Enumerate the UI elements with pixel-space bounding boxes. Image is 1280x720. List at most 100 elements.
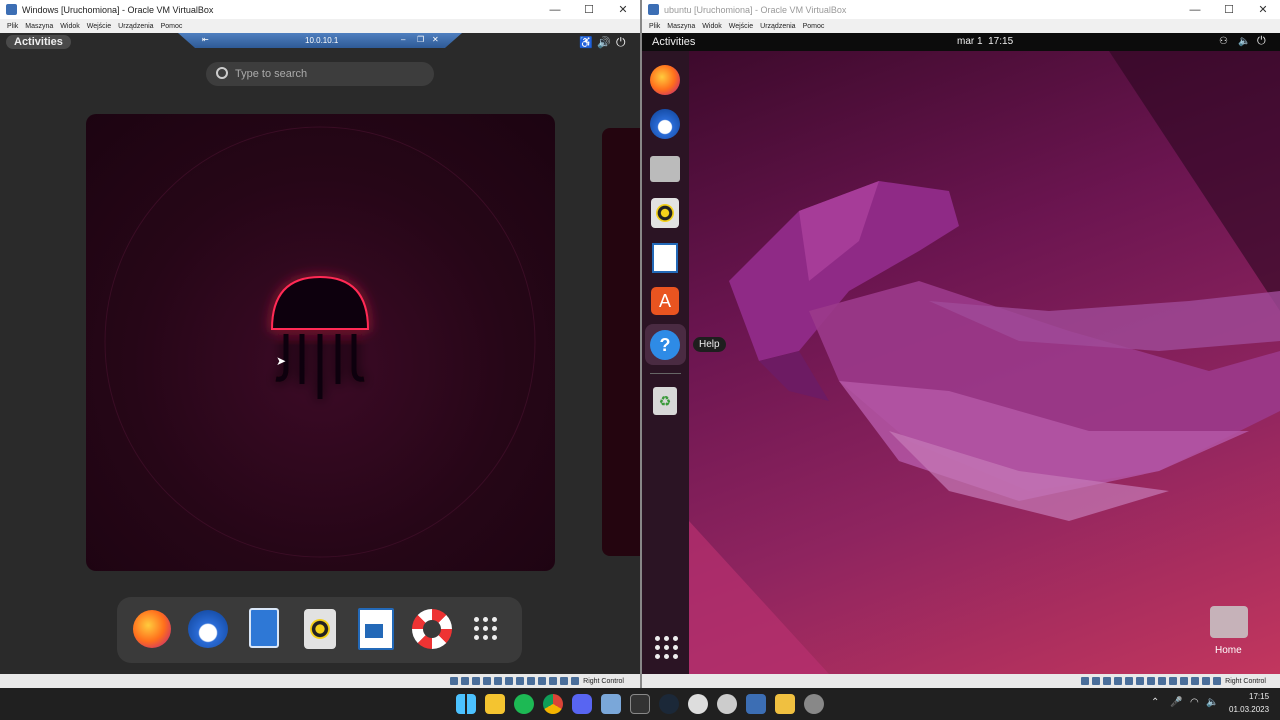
right-title-bar[interactable]: ubuntu [Uruchomiona] - Oracle VM Virtual… bbox=[642, 0, 1280, 19]
status-icons[interactable] bbox=[1081, 677, 1222, 685]
photos-icon[interactable] bbox=[601, 694, 621, 714]
show-apps-icon[interactable] bbox=[474, 617, 497, 640]
network-icon[interactable]: ⚇ bbox=[1219, 36, 1228, 47]
volume-icon[interactable]: 🔊 bbox=[597, 36, 611, 49]
firefox-icon[interactable] bbox=[650, 65, 680, 95]
search-placeholder: Type to search bbox=[235, 68, 308, 80]
help-icon[interactable] bbox=[412, 609, 452, 649]
left-title-bar[interactable]: Windows [Uruchomiona] - Oracle VM Virtua… bbox=[0, 0, 640, 19]
home-folder-icon[interactable] bbox=[1210, 606, 1248, 638]
virtualbox-icon[interactable] bbox=[746, 694, 766, 714]
remote-restore-icon[interactable]: ❐ bbox=[417, 35, 424, 44]
status-icons[interactable] bbox=[450, 677, 580, 685]
close-icon[interactable]: ✕ bbox=[606, 3, 640, 16]
volume-icon[interactable]: 🔈 bbox=[1238, 36, 1250, 47]
menu-pomoc[interactable]: Pomoc bbox=[803, 23, 825, 30]
writer-icon[interactable] bbox=[358, 608, 394, 650]
right-gnome-top-bar: Activities mar 1 17:15 ⚇ 🔈 ⏻ bbox=[642, 33, 1280, 51]
files-icon[interactable] bbox=[249, 608, 279, 648]
power-icon[interactable]: ⏻ bbox=[616, 35, 626, 50]
menu-widok[interactable]: Widok bbox=[60, 23, 79, 30]
menu-wejscie[interactable]: Wejście bbox=[729, 23, 753, 30]
overview-search-field[interactable]: Type to search bbox=[206, 62, 434, 86]
jellyfish-wallpaper bbox=[689, 51, 1280, 674]
right-window-title: ubuntu [Uruchomiona] - Oracle VM Virtual… bbox=[664, 4, 847, 15]
accessibility-icon[interactable]: ♿ bbox=[579, 36, 593, 49]
wifi-icon[interactable]: ◠ bbox=[1190, 697, 1199, 708]
virtualbox-icon bbox=[648, 4, 659, 15]
software-icon[interactable]: A bbox=[651, 287, 679, 315]
remote-connection-bar: ⇤ 10.0.10.1 – ❐ ✕ bbox=[178, 33, 462, 48]
tw-icon[interactable] bbox=[717, 694, 737, 714]
terminal-icon[interactable] bbox=[630, 694, 650, 714]
minimize-icon[interactable]: — bbox=[1178, 4, 1212, 16]
discord-icon[interactable] bbox=[572, 694, 592, 714]
windows-start-icon[interactable] bbox=[456, 694, 476, 714]
menu-maszyna[interactable]: Maszyna bbox=[667, 23, 695, 30]
pin-icon[interactable]: ⇤ bbox=[202, 35, 209, 44]
notes-icon[interactable] bbox=[775, 694, 795, 714]
show-apps-icon[interactable] bbox=[655, 636, 678, 659]
help-icon[interactable]: ? bbox=[650, 330, 680, 360]
clock[interactable]: mar 1 17:15 bbox=[957, 36, 1013, 47]
ubuntu-wallpaper: Home bbox=[689, 51, 1280, 674]
speaker-icon[interactable]: 🔈 bbox=[1206, 697, 1218, 708]
firefox-icon[interactable] bbox=[133, 610, 171, 648]
right-status-bar: Right Control bbox=[642, 674, 1280, 688]
activities-button[interactable]: Activities bbox=[652, 36, 695, 48]
trash-icon[interactable]: ♻ bbox=[653, 387, 677, 415]
chrome-icon[interactable] bbox=[543, 694, 563, 714]
taskbar-date[interactable]: 01.03.2023 bbox=[1229, 705, 1269, 714]
virtualbox-icon bbox=[6, 4, 17, 15]
maximize-icon[interactable]: ☐ bbox=[572, 3, 606, 16]
mouse-cursor-icon: ➤ bbox=[276, 354, 287, 368]
microphone-icon[interactable]: 🎤 bbox=[1170, 697, 1182, 708]
home-label[interactable]: Home bbox=[1215, 645, 1242, 656]
workspace-thumbnail[interactable]: ➤ bbox=[86, 114, 555, 571]
files-icon[interactable] bbox=[650, 156, 680, 182]
windows-taskbar: ⌃ 🎤 ◠ 🔈 17:15 01.03.2023 bbox=[0, 688, 1280, 720]
taskbar-time[interactable]: 17:15 bbox=[1249, 692, 1269, 701]
remote-minimize-icon[interactable]: – bbox=[401, 35, 405, 44]
next-workspace-thumbnail[interactable] bbox=[602, 128, 640, 556]
right-menu-bar: Plik Maszyna Widok Wejście Urządzenia Po… bbox=[642, 19, 1280, 33]
remote-close-icon[interactable]: ✕ bbox=[432, 35, 439, 44]
menu-urzadzenia[interactable]: Urządzenia bbox=[760, 23, 795, 30]
rhythmbox-icon[interactable] bbox=[651, 198, 679, 228]
tray-chevron-icon[interactable]: ⌃ bbox=[1151, 697, 1159, 708]
menu-widok[interactable]: Widok bbox=[702, 23, 721, 30]
host-key-label: Right Control bbox=[583, 677, 624, 685]
writer-icon[interactable] bbox=[652, 243, 678, 273]
maximize-icon[interactable]: ☐ bbox=[1212, 3, 1246, 16]
menu-pomoc[interactable]: Pomoc bbox=[161, 23, 183, 30]
menu-plik[interactable]: Plik bbox=[649, 23, 660, 30]
spotify-icon[interactable] bbox=[514, 694, 534, 714]
menu-plik[interactable]: Plik bbox=[7, 23, 18, 30]
overview-dock bbox=[117, 597, 522, 663]
menu-wejscie[interactable]: Wejście bbox=[87, 23, 111, 30]
remote-address: 10.0.10.1 bbox=[305, 36, 339, 45]
close-icon[interactable]: ✕ bbox=[1246, 3, 1280, 16]
left-vm-window: Windows [Uruchomiona] - Oracle VM Virtua… bbox=[0, 0, 640, 688]
file-explorer-icon[interactable] bbox=[485, 694, 505, 714]
rhythmbox-icon[interactable] bbox=[304, 609, 336, 649]
help-tooltip: Help bbox=[693, 337, 726, 352]
power-icon[interactable]: ⏻ bbox=[1257, 35, 1266, 48]
steam-icon[interactable] bbox=[659, 694, 679, 714]
left-window-title: Windows [Uruchomiona] - Oracle VM Virtua… bbox=[22, 4, 214, 15]
thunderbird-icon[interactable] bbox=[650, 109, 680, 139]
menu-urzadzenia[interactable]: Urządzenia bbox=[118, 23, 153, 30]
dock-separator bbox=[650, 373, 681, 374]
minimize-icon[interactable]: — bbox=[538, 4, 572, 16]
settings-icon[interactable] bbox=[804, 694, 824, 714]
left-status-bar: Right Control bbox=[0, 674, 640, 688]
ubuntu-dock: A ? ♻ bbox=[642, 51, 689, 674]
obs-icon[interactable] bbox=[688, 694, 708, 714]
left-menu-bar: Plik Maszyna Widok Wejście Urządzenia Po… bbox=[0, 19, 640, 33]
menu-maszyna[interactable]: Maszyna bbox=[25, 23, 53, 30]
search-icon bbox=[216, 67, 228, 79]
jellyfish-logo bbox=[104, 126, 536, 558]
right-vm-window: ubuntu [Uruchomiona] - Oracle VM Virtual… bbox=[642, 0, 1280, 688]
activities-button[interactable]: Activities bbox=[6, 35, 71, 49]
thunderbird-icon[interactable] bbox=[188, 610, 228, 648]
